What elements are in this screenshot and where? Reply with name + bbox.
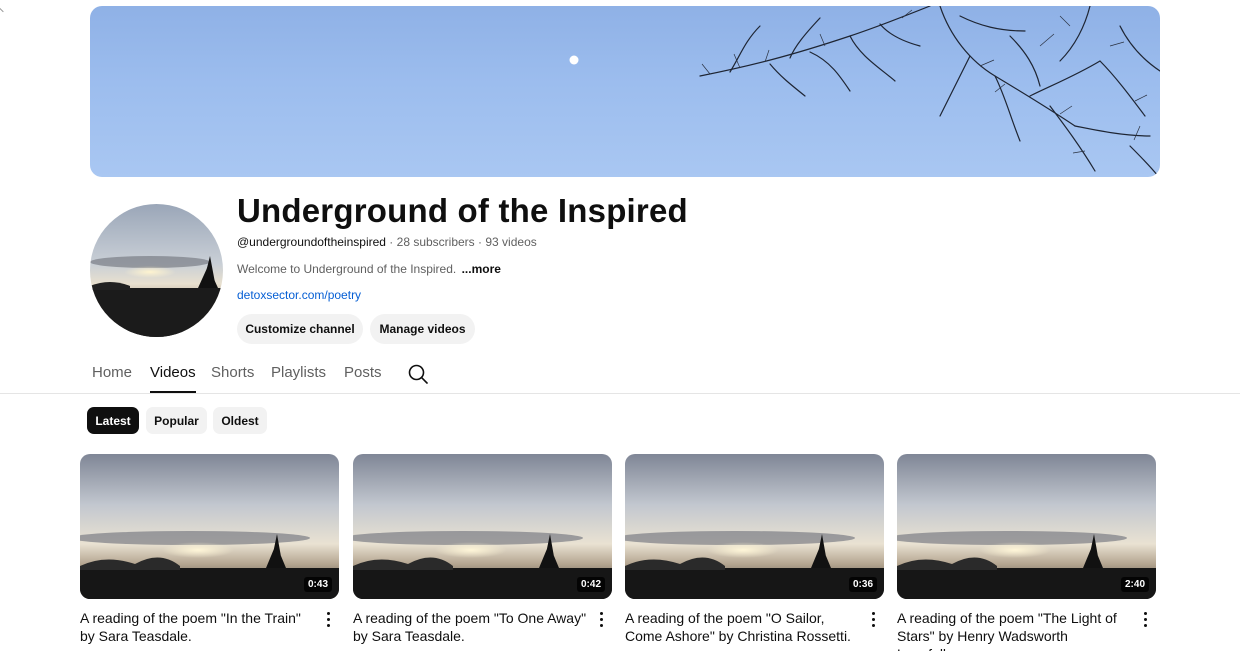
video-title[interactable]: A reading of the poem "O Sailor, Come As…: [625, 609, 861, 645]
channel-description[interactable]: Welcome to Underground of the Inspired. …: [237, 262, 501, 276]
banner-art: [569, 6, 1160, 177]
video-duration: 0:43: [303, 577, 332, 592]
video-thumbnail[interactable]: 0:36: [625, 454, 884, 599]
video-card[interactable]: 0:42 A reading of the poem "To One Away"…: [353, 454, 612, 644]
video-thumbnail[interactable]: 2:40: [897, 454, 1156, 599]
thumbnail-image: [897, 454, 1156, 599]
channel-link[interactable]: detoxsector.com/poetry: [237, 288, 361, 302]
video-card[interactable]: 0:36 A reading of the poem "O Sailor, Co…: [625, 454, 884, 644]
tab-playlists[interactable]: Playlists: [271, 364, 326, 393]
channel-tabs: Home Videos Shorts Playlists Posts: [0, 356, 1240, 394]
subscriber-count: 28 subscribers: [396, 235, 475, 249]
video-card[interactable]: 0:43 A reading of the poem "In the Train…: [80, 454, 339, 644]
channel-banner: [90, 6, 1160, 177]
tab-videos[interactable]: Videos: [150, 364, 196, 393]
more-vertical-icon[interactable]: [599, 612, 605, 628]
corner-mark: [0, 3, 8, 13]
video-duration: 0:36: [848, 577, 877, 592]
filter-oldest[interactable]: Oldest: [213, 407, 267, 434]
video-title[interactable]: A reading of the poem "In the Train" by …: [80, 609, 316, 645]
more-link[interactable]: ...more: [462, 262, 501, 276]
meta-separator: ·: [389, 235, 397, 249]
filter-popular[interactable]: Popular: [146, 407, 207, 434]
manage-videos-button[interactable]: Manage videos: [370, 314, 475, 344]
customize-channel-button[interactable]: Customize channel: [237, 314, 363, 344]
thumbnail-image: [625, 454, 884, 599]
tab-shorts[interactable]: Shorts: [211, 364, 254, 393]
description-text: Welcome to Underground of the Inspired.: [237, 262, 457, 276]
video-title[interactable]: A reading of the poem "The Light of Star…: [897, 609, 1133, 651]
search-icon[interactable]: [407, 363, 429, 385]
thumbnail-image: [353, 454, 612, 599]
filter-latest[interactable]: Latest: [87, 407, 139, 434]
channel-avatar[interactable]: [90, 204, 223, 337]
video-count: 93 videos: [485, 235, 537, 249]
video-card[interactable]: 2:40 A reading of the poem "The Light of…: [897, 454, 1156, 651]
video-thumbnail[interactable]: 0:42: [353, 454, 612, 599]
more-vertical-icon[interactable]: [1143, 612, 1149, 628]
video-thumbnail[interactable]: 0:43: [80, 454, 339, 599]
tab-posts[interactable]: Posts: [344, 364, 382, 393]
more-vertical-icon[interactable]: [326, 612, 332, 628]
channel-title: Underground of the Inspired: [237, 192, 688, 229]
video-duration: 2:40: [1120, 577, 1149, 592]
channel-meta: @undergroundoftheinspired · 28 subscribe…: [237, 235, 537, 249]
thumbnail-image: [80, 454, 339, 599]
tab-home[interactable]: Home: [92, 364, 132, 393]
video-title[interactable]: A reading of the poem "To One Away" by S…: [353, 609, 589, 645]
video-duration: 0:42: [576, 577, 605, 592]
more-vertical-icon[interactable]: [871, 612, 877, 628]
channel-handle: @undergroundoftheinspired: [237, 235, 386, 249]
